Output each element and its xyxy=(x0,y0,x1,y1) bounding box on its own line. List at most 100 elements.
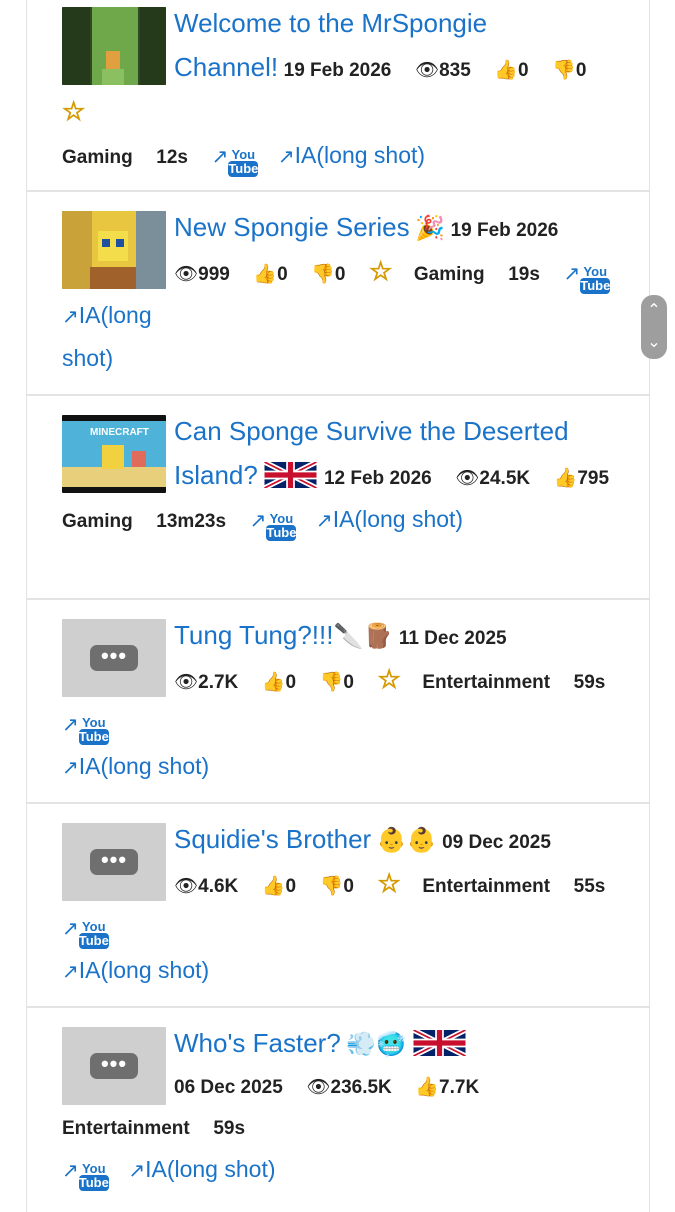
video-duration: 55s xyxy=(573,876,606,897)
video-category: Gaming xyxy=(62,147,133,168)
youtube-icon: You Tube xyxy=(78,715,109,745)
youtube-link[interactable]: ↗ You Tube xyxy=(212,142,258,177)
thumbs-up-icon: 👍 xyxy=(415,1077,440,1098)
external-link-icon: ↗ xyxy=(563,263,581,285)
video-item: ••• Tung Tung?!!!🔪🪵 11 Dec 2025 👁2.7K 👍0… xyxy=(27,600,649,804)
video-title[interactable]: New Spongie Series xyxy=(174,212,410,242)
dislike-count: 👎0 xyxy=(552,60,587,81)
video-duration: 19s xyxy=(508,264,540,285)
baby-icon: 👶👶 xyxy=(376,827,437,854)
video-list: Welcome to the MrSpongie Channel! 19 Feb … xyxy=(26,0,650,1212)
thumbs-up-icon: 👍 xyxy=(261,876,286,897)
chevron-down-icon[interactable]: ⌄ xyxy=(641,327,667,359)
video-title[interactable]: Tung Tung?!!! xyxy=(174,620,333,650)
video-thumbnail[interactable] xyxy=(62,7,166,85)
youtube-link[interactable]: ↗ You Tube xyxy=(62,914,109,949)
youtube-icon: You Tube xyxy=(78,919,109,949)
chevron-up-icon[interactable]: ⌃ xyxy=(641,295,667,327)
video-category: Entertainment xyxy=(62,1118,190,1139)
video-item: ••• Who's Faster? 💨🥶 06 Dec 2025 👁236.5K… xyxy=(27,1008,649,1212)
party-icon: 🎉 xyxy=(415,215,446,242)
video-item: MINECRAFT Can Sponge Survive the Deserte… xyxy=(27,396,649,600)
more-icon: ••• xyxy=(90,1053,138,1079)
video-thumbnail-placeholder[interactable]: ••• xyxy=(62,1027,166,1105)
youtube-icon: You Tube xyxy=(228,147,259,177)
thumbnail-text: MINECRAFT xyxy=(90,427,149,438)
eye-icon: 👁 xyxy=(174,264,199,285)
video-date: 19 Feb 2026 xyxy=(450,220,559,241)
external-link-icon: ↗ xyxy=(128,1160,146,1182)
youtube-link[interactable]: ↗ You Tube xyxy=(62,710,109,745)
video-date: 11 Dec 2025 xyxy=(398,628,507,649)
knife-wood-icon: 🔪🪵 xyxy=(333,623,394,650)
external-link-icon: ↗ xyxy=(62,714,79,736)
view-count: 👁2.7K xyxy=(174,672,239,693)
video-thumbnail[interactable]: MINECRAFT xyxy=(62,415,166,493)
star-icon[interactable]: ☆ xyxy=(377,664,401,695)
like-count: 👍0 xyxy=(261,876,297,897)
star-icon[interactable]: ☆ xyxy=(369,256,393,287)
ia-long-shot-link[interactable]: ↗IA(long shot) xyxy=(316,506,463,532)
scroll-control[interactable]: ⌃ ⌄ xyxy=(641,295,667,359)
youtube-link[interactable]: ↗ You Tube xyxy=(62,1156,109,1191)
like-count: 👍7.7K xyxy=(415,1077,480,1098)
video-title[interactable]: Squidie's Brother xyxy=(174,824,371,854)
dislike-count: 👎0 xyxy=(311,264,346,285)
video-category: Entertainment xyxy=(422,672,551,693)
external-link-icon: ↗ xyxy=(315,510,333,532)
video-date: 06 Dec 2025 xyxy=(174,1077,283,1098)
video-item: New Spongie Series 🎉 19 Feb 2026 👁999 👍0… xyxy=(27,192,649,396)
external-link-icon: ↗ xyxy=(249,510,267,532)
video-category: Gaming xyxy=(413,264,485,285)
view-count: 👁999 xyxy=(174,264,230,285)
video-item: ••• Squidie's Brother 👶👶 09 Dec 2025 👁4.… xyxy=(27,804,649,1008)
external-link-icon: ↗ xyxy=(62,961,79,983)
video-title[interactable]: Who's Faster? xyxy=(174,1028,341,1058)
external-link-icon: ↗ xyxy=(62,918,79,940)
video-duration: 59s xyxy=(213,1118,246,1139)
eye-icon: 👁 xyxy=(306,1077,331,1098)
view-count: 👁236.5K xyxy=(306,1077,392,1098)
thumbs-up-icon: 👍 xyxy=(494,60,519,81)
cold-face-icon: 💨🥶 xyxy=(346,1031,407,1058)
video-category: Gaming xyxy=(62,511,133,532)
view-count: 👁24.5K xyxy=(455,468,531,489)
more-icon: ••• xyxy=(90,645,138,671)
eye-icon: 👁 xyxy=(414,60,440,81)
video-duration: 13m23s xyxy=(156,511,227,532)
external-link-icon: ↗ xyxy=(62,306,79,328)
video-date: 12 Feb 2026 xyxy=(323,468,432,489)
youtube-icon: You Tube xyxy=(266,511,297,541)
like-count: 👍795 xyxy=(553,468,610,489)
youtube-link[interactable]: ↗ You Tube xyxy=(563,259,610,294)
thumbs-down-icon: 👎 xyxy=(319,672,344,693)
thumbs-down-icon: 👎 xyxy=(311,264,335,285)
ia-long-shot-link[interactable]: ↗IA(long shot) xyxy=(62,957,209,983)
external-link-icon: ↗ xyxy=(62,1160,79,1182)
video-thumbnail[interactable] xyxy=(62,211,166,289)
like-count: 👍0 xyxy=(494,60,529,81)
thumbs-down-icon: 👎 xyxy=(319,876,344,897)
dislike-count: 👎0 xyxy=(319,672,354,693)
uk-flag-icon xyxy=(263,462,319,488)
video-thumbnail-placeholder[interactable]: ••• xyxy=(62,823,166,901)
ia-long-shot-link[interactable]: ↗IA(long shot) xyxy=(128,1156,275,1182)
ia-long-shot-link[interactable]: ↗IA(long shot) xyxy=(278,142,425,168)
star-icon[interactable]: ☆ xyxy=(377,868,401,899)
thumbs-up-icon: 👍 xyxy=(261,672,286,693)
view-count: 👁835 xyxy=(414,60,471,81)
video-duration: 59s xyxy=(573,672,606,693)
youtube-link[interactable]: ↗ You Tube xyxy=(249,506,296,541)
like-count: 👍0 xyxy=(261,672,297,693)
star-icon[interactable]: ☆ xyxy=(61,96,85,127)
video-category: Entertainment xyxy=(422,876,551,897)
like-count: 👍0 xyxy=(253,264,288,285)
view-count: 👁4.6K xyxy=(174,876,239,897)
ia-long-shot-link[interactable]: ↗IA(long shot) xyxy=(62,302,152,371)
video-thumbnail-placeholder[interactable]: ••• xyxy=(62,619,166,697)
ia-long-shot-link[interactable]: ↗IA(long shot) xyxy=(62,753,209,779)
video-date: 09 Dec 2025 xyxy=(442,832,551,853)
youtube-icon: You Tube xyxy=(580,264,611,294)
video-duration: 12s xyxy=(156,147,188,168)
youtube-icon: You Tube xyxy=(78,1161,109,1191)
